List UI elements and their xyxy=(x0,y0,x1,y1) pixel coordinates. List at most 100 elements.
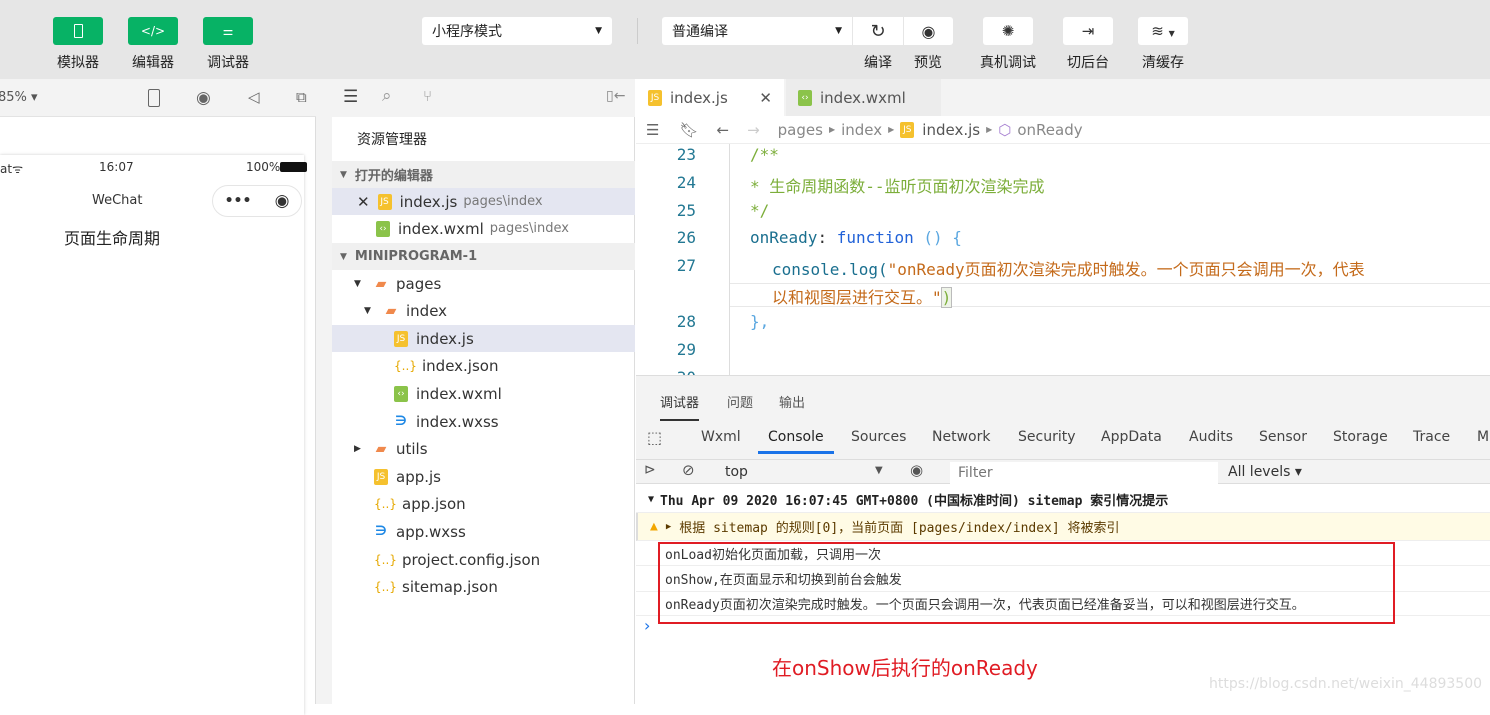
zoom-select[interactable]: 85% ▾ xyxy=(0,90,38,105)
code-line[interactable]: */ xyxy=(750,201,769,220)
devtools-tab[interactable]: Trace xyxy=(1413,429,1450,445)
tree-item[interactable]: ‹› index.wxml xyxy=(332,380,635,407)
caret-down-icon[interactable]: ▼ xyxy=(875,465,883,476)
close-tab-icon[interactable]: ✕ xyxy=(759,89,772,107)
line-number: 23 xyxy=(676,145,696,164)
filter-input[interactable] xyxy=(950,462,1218,484)
open-editor-item[interactable]: ‹› index.wxml pages\index xyxy=(332,215,635,242)
main-toolbar: 模拟器 </> 编辑器 ⚌ 调试器 小程序模式 ▼ 普通编译 ▼ ↻ ◉ 编译 预览… xyxy=(0,0,1490,79)
close-icon[interactable]: ✕ xyxy=(357,193,370,211)
console-warning[interactable]: ▲ ▶ 根据 sitemap 的规则[0]，当前页面 [pages/index/in… xyxy=(636,513,1490,541)
tree-item[interactable]: ▶ ▰ utils xyxy=(332,436,635,463)
js-file-icon: JS xyxy=(900,121,915,138)
breadcrumb-item[interactable]: index xyxy=(841,121,882,139)
more-icon[interactable]: ••• xyxy=(225,193,252,209)
preview-label: 预览 xyxy=(914,55,942,71)
code-line[interactable]: console.log("onReady页面初次渲染完成时触发。一个页面只会调用… xyxy=(772,256,1365,280)
speaker-icon[interactable]: ◁ xyxy=(248,88,260,106)
forward-icon[interactable]: → xyxy=(747,121,760,139)
code-line[interactable]: }, xyxy=(750,312,769,331)
collapse-panel-icon[interactable]: ▯← xyxy=(606,88,625,104)
simulator-button[interactable] xyxy=(53,17,103,45)
compile-select[interactable]: 普通编译 ▼ xyxy=(662,17,852,45)
breadcrumb-item[interactable]: pages xyxy=(778,121,823,139)
capsule-button[interactable]: ••• ◉ xyxy=(212,185,302,217)
devtools-tab[interactable]: Sources xyxy=(851,429,906,445)
tree-item[interactable]: {..} app.json xyxy=(332,491,635,518)
tab-index-js[interactable]: JS index.js ✕ xyxy=(636,79,784,116)
devtools-tab[interactable]: Network xyxy=(932,429,990,445)
devtools-tab[interactable]: Wxml xyxy=(701,429,741,445)
code-line[interactable]: onReady: function () { xyxy=(750,228,962,247)
tree-item[interactable]: ▼ ▰ pages xyxy=(332,270,635,297)
console-prompt[interactable]: › xyxy=(644,616,650,635)
mode-select[interactable]: 小程序模式 ▼ xyxy=(422,17,612,45)
wxss-file-icon: ∋ xyxy=(375,523,387,539)
tree-item-label: index.js xyxy=(416,329,474,348)
git-branch-icon[interactable]: ⑂ xyxy=(423,87,432,105)
levels-select[interactable]: All levels ▾ xyxy=(1228,464,1302,480)
caret-down-icon: ▼ xyxy=(595,26,602,36)
devtools-tab[interactable]: Console xyxy=(758,429,834,454)
code-icon: </> xyxy=(140,24,166,38)
tab-index-wxml[interactable]: ‹› index.wxml xyxy=(786,79,941,116)
compile-button[interactable]: ↻ xyxy=(853,17,903,45)
devtools-tab[interactable]: Storage xyxy=(1333,429,1388,445)
project-section[interactable]: ▼ MINIPROGRAM-1 xyxy=(332,243,635,270)
preview-button[interactable]: ◉ xyxy=(904,17,953,45)
device-icon[interactable] xyxy=(148,89,160,107)
tree-item[interactable]: JS app.js xyxy=(332,463,635,490)
outline-icon[interactable]: ☰ xyxy=(646,121,659,139)
record-icon[interactable]: ◉ xyxy=(196,88,211,108)
devtools-tab[interactable]: Audits xyxy=(1189,429,1233,445)
eye-icon[interactable]: ◉ xyxy=(910,461,923,479)
tab-debugger[interactable]: 调试器 xyxy=(660,392,700,421)
devtools-tab[interactable]: Sensor xyxy=(1259,429,1307,445)
debugger-button[interactable]: ⚌ xyxy=(203,17,253,45)
back-icon[interactable]: ← xyxy=(717,121,730,139)
clear-cache-label: 清缓存 xyxy=(1142,55,1184,71)
open-editor-item[interactable]: ✕ JS index.js pages\index xyxy=(332,188,635,215)
tab-problems[interactable]: 问题 xyxy=(727,392,753,411)
tree-item[interactable]: {..} project.config.json xyxy=(332,546,635,573)
devtools-tab[interactable]: Security xyxy=(1018,429,1076,445)
context-select[interactable]: top xyxy=(725,464,748,480)
remote-debug-button[interactable]: ✺ xyxy=(983,17,1033,45)
devtools-tab[interactable]: M xyxy=(1477,429,1489,445)
chevron-icon[interactable]: ▼ xyxy=(354,279,374,289)
chevron-icon[interactable]: ▶ xyxy=(354,444,374,454)
inspect-element-icon[interactable]: ⬚ xyxy=(647,428,662,447)
background-button[interactable]: ⇥ xyxy=(1063,17,1113,45)
open-editors-section[interactable]: ▼ 打开的编辑器 xyxy=(332,161,635,188)
chevron-icon[interactable]: ▼ xyxy=(364,306,384,316)
phone-icon xyxy=(73,24,83,38)
line-number: 24 xyxy=(676,173,696,192)
sidebar-toggle-icon[interactable]: ⊳ xyxy=(644,462,656,478)
detach-window-icon[interactable]: ⧉ xyxy=(296,88,307,106)
close-miniprogram-icon[interactable]: ◉ xyxy=(275,191,290,211)
clear-console-icon[interactable]: ⊘ xyxy=(682,461,695,479)
bookmark-icon[interactable]: 🔖︎ xyxy=(679,121,698,139)
code-line[interactable]: /** xyxy=(750,145,779,164)
tree-item[interactable]: ▼ ▰ index xyxy=(332,298,635,325)
breadcrumb-item[interactable]: index.js xyxy=(922,121,980,139)
json-file-icon: {..} xyxy=(374,552,397,567)
tree-item[interactable]: ∋ app.wxss xyxy=(332,518,635,545)
list-icon[interactable]: ☰ xyxy=(343,87,358,107)
search-icon[interactable]: ⌕ xyxy=(382,86,392,106)
clear-cache-button[interactable]: ≋ ▼ xyxy=(1138,17,1188,45)
tree-item[interactable]: {..} index.json xyxy=(332,353,635,380)
battery-level: 100% xyxy=(246,160,281,174)
compile-select-value: 普通编译 xyxy=(672,24,728,40)
tree-item[interactable]: {..} sitemap.json xyxy=(332,574,635,601)
tree-item-label: index.json xyxy=(422,357,499,376)
editor-button[interactable]: </> xyxy=(128,17,178,45)
code-line[interactable]: * 生命周期函数--监听页面初次渲染完成 xyxy=(750,173,1045,197)
breadcrumb-item[interactable]: onReady xyxy=(1017,121,1082,139)
code-line[interactable]: 以和视图层进行交互。") xyxy=(772,284,953,308)
tab-output[interactable]: 输出 xyxy=(779,392,805,411)
devtools-tab[interactable]: AppData xyxy=(1101,429,1162,445)
console-group-header[interactable]: ▼ Thu Apr 09 2020 16:07:45 GMT+0800 (中国标准… xyxy=(636,487,1490,513)
tree-item[interactable]: JS index.js xyxy=(332,325,635,353)
tree-item[interactable]: ∋ index.wxss xyxy=(332,408,635,435)
